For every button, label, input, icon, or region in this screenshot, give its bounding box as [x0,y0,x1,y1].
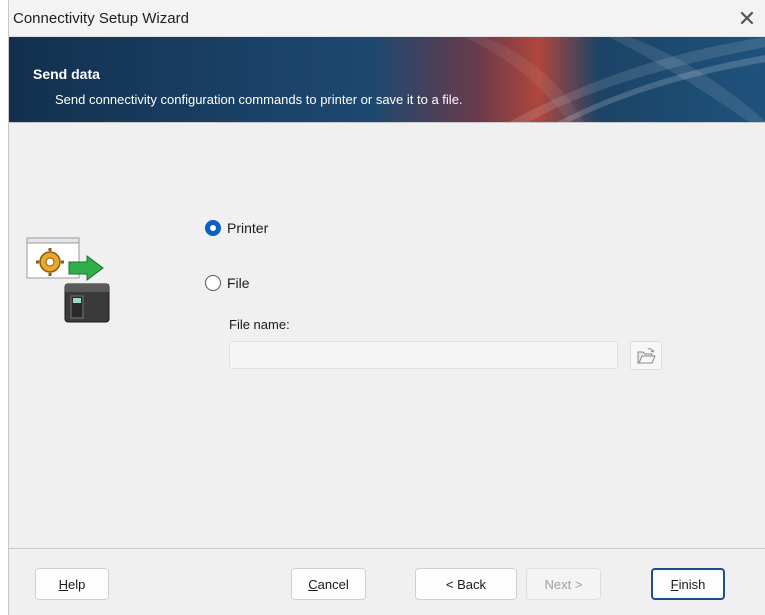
printer-radio-option[interactable]: Printer [205,220,268,236]
file-name-input[interactable] [229,341,618,369]
finish-button-label: Finish [670,576,706,592]
back-button-label: < Back [445,576,487,592]
page-title: Send data [33,66,100,82]
header-banner: Send data Send connectivity configuratio… [9,37,765,122]
wizard-window: Connectivity Setup Wizard ✕ Send data Se… [8,0,765,615]
file-radio-option[interactable]: File [205,275,250,291]
printer-radio-button[interactable] [205,220,221,236]
browse-button[interactable] [630,341,662,370]
next-button[interactable]: Next > [526,568,601,600]
finish-button[interactable]: Finish [651,568,725,600]
close-icon: ✕ [737,5,757,31]
folder-open-icon [637,347,656,363]
help-button-label: Help [58,576,86,592]
file-name-label: File name: [229,317,290,332]
header-divider [9,122,765,123]
banner-swoosh-graphic [464,37,765,122]
gear-printer-arrow-icon [25,236,117,328]
cancel-button[interactable]: Cancel [291,568,366,600]
file-radio-label: File [227,275,250,291]
page-subtitle: Send connectivity configuration commands… [55,92,463,107]
title-bar: Connectivity Setup Wizard ✕ [9,0,765,37]
file-radio-button[interactable] [205,275,221,291]
close-button[interactable]: ✕ [728,0,765,37]
help-button[interactable]: Help [35,568,109,600]
next-button-label: Next > [544,576,583,592]
back-button[interactable]: < Back [415,568,517,600]
window-title: Connectivity Setup Wizard [13,10,189,27]
footer-divider [9,548,765,549]
printer-radio-label: Printer [227,220,269,236]
cancel-button-label: Cancel [308,576,349,592]
